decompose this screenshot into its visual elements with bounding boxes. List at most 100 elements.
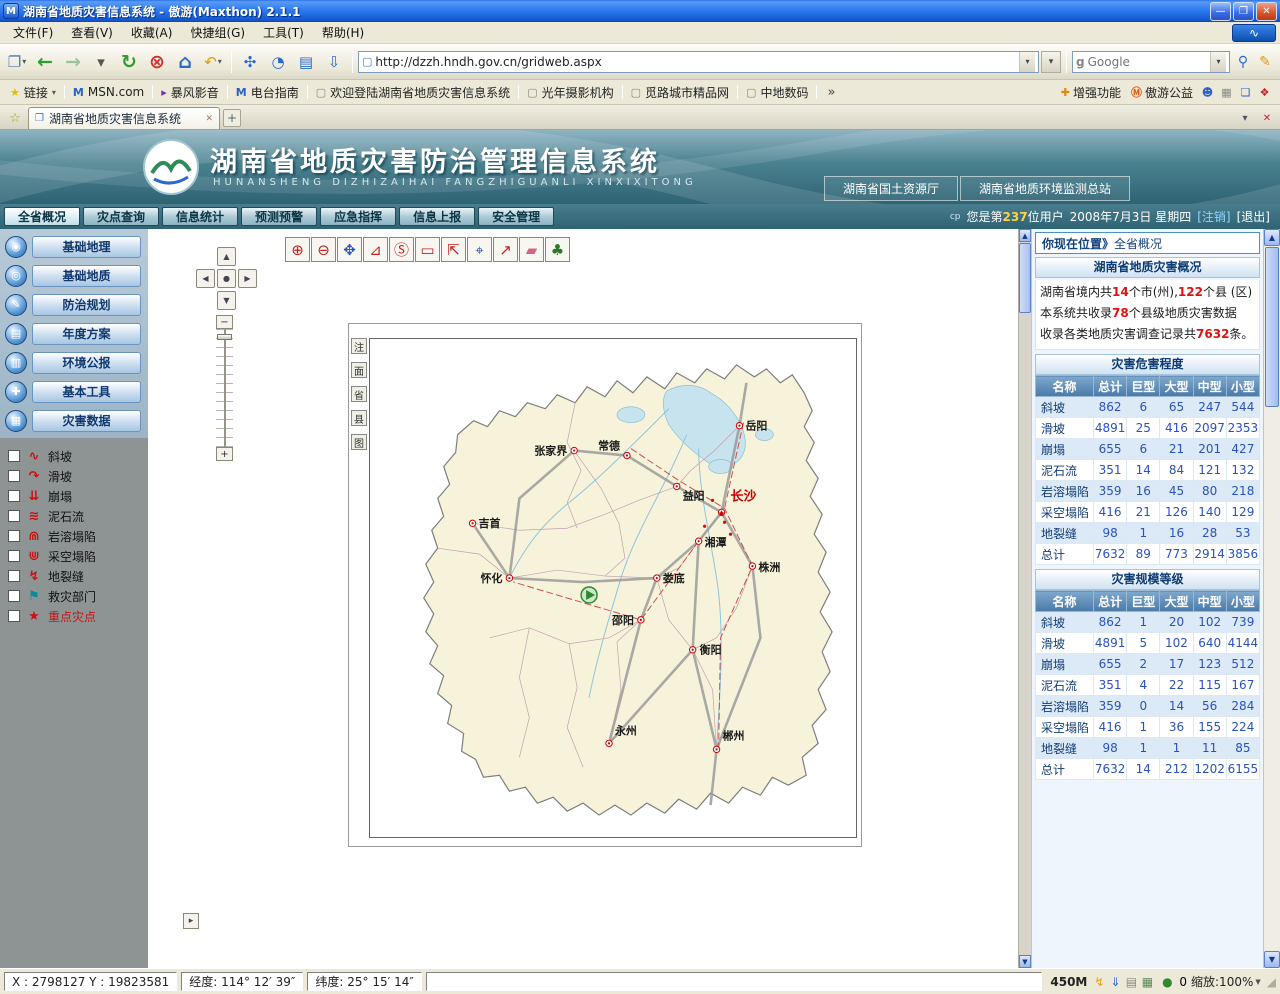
banner-link[interactable]: 湖南省地质环境监测总站 [960,176,1130,201]
pan-tool[interactable]: ✥ [337,237,362,262]
scroll-down-icon[interactable]: ▼ [1019,955,1031,968]
gift-icon[interactable]: ❖ [1256,84,1273,101]
layer-tree-tool[interactable]: ♣ [545,237,570,262]
links-overflow-icon[interactable]: » [827,85,835,100]
search-engine-dropdown-icon[interactable]: ▾ [1210,52,1226,72]
link-item[interactable]: ▢觅路城市精品网 [627,82,733,103]
download-status-icon[interactable]: ⇓ [1107,975,1123,989]
link-item[interactable]: ▸暴风影音 [157,82,223,103]
scroll-up-icon[interactable]: ▲ [1019,229,1031,242]
legend-checkbox[interactable] [8,590,20,602]
ad-filter-button-icon[interactable]: ✣ [237,49,263,75]
extension-link[interactable]: ✚增强功能 [1061,84,1121,101]
nav-tab-4[interactable]: 预测预警 [241,207,317,226]
map-layer-button[interactable]: 图 [351,434,367,450]
pan-right-button[interactable]: ▶ [238,269,257,288]
scroll-down-icon[interactable]: ▼ [1264,951,1280,968]
link-item[interactable]: ▢欢迎登陆湖南省地质灾害信息系统 [312,82,514,103]
scroll-thumb[interactable] [1019,243,1031,313]
select-rect-tool[interactable]: ▭ [415,237,440,262]
menu-item[interactable]: 收藏(A) [122,21,182,44]
highlight-button-icon[interactable]: ✎ [1254,50,1276,74]
close-button[interactable]: ✕ [1256,2,1277,21]
pan-left-button[interactable]: ◀ [196,269,215,288]
nav-tab-5[interactable]: 应急指挥 [320,207,396,226]
sidebar-button[interactable]: 防治规划 [32,294,141,316]
legend-checkbox[interactable] [8,510,20,522]
map-layer-button[interactable]: 省 [351,386,367,402]
zoom-control[interactable]: 缩放:100%▼ [1191,973,1261,990]
links-menu[interactable]: ★ 链接 ▾ [6,82,60,103]
breadcrumb-current[interactable]: 全省概况 [1114,235,1162,252]
download-button-icon[interactable]: ⇩ [321,49,347,75]
pan-center-button[interactable]: ● [217,269,236,288]
search-input[interactable] [1088,55,1207,69]
notes-button-icon[interactable]: ▤ [293,49,319,75]
tab-close-icon[interactable]: ✕ [205,114,213,124]
map-hscroll-button[interactable]: ▸ [183,913,199,929]
sidebar-button[interactable]: 环境公报 [32,352,141,374]
map-layer-button[interactable]: 注 [351,338,367,354]
legend-checkbox[interactable] [8,470,20,482]
new-tab-button-icon[interactable]: ❐▾ [4,49,30,75]
forward-button-icon[interactable]: → [60,49,86,75]
legend-checkbox[interactable] [8,610,20,622]
zoom-in-button[interactable]: + [216,447,233,461]
favorites-star-icon[interactable]: ☆ [4,108,26,128]
maxthon-logo-icon[interactable]: ∿ [1232,24,1276,42]
menu-item[interactable]: 工具(T) [254,21,313,44]
maximize-button[interactable]: ❐ [1233,2,1254,21]
connection-icon[interactable]: ↯ [1091,975,1107,989]
gps-marker[interactable] [581,587,597,603]
sidebar-button[interactable]: 基础地质 [32,265,141,287]
scroll-thumb[interactable] [1265,247,1279,407]
map-layer-button[interactable]: 面 [351,362,367,378]
zoom-out-button[interactable]: − [216,315,233,329]
sidebar-button[interactable]: 基础地理 [32,236,141,258]
legend-checkbox[interactable] [8,530,20,542]
chat-icon[interactable]: ❏ [1237,84,1254,101]
address-input[interactable] [375,55,1016,69]
full-extent-tool[interactable]: Ⓢ [389,237,414,262]
measure-tool[interactable]: ⊿ [363,237,388,262]
minimize-button[interactable]: — [1210,2,1231,21]
nav-tab-6[interactable]: 信息上报 [399,207,475,226]
link-item[interactable]: MMSN.com [69,83,148,101]
legend-checkbox[interactable] [8,570,20,582]
menu-item[interactable]: 查看(V) [62,21,122,44]
auto-refresh-button-icon[interactable]: ◔ [265,49,291,75]
notes-status-icon[interactable]: ▤ [1123,975,1139,989]
menu-item[interactable]: 帮助(H) [313,21,373,44]
logout-link[interactable]: [注销] [1197,208,1230,225]
legend-checkbox[interactable] [8,450,20,462]
nav-tab-7[interactable]: 安全管理 [478,207,554,226]
address-dropdown-icon[interactable]: ▾ [1019,52,1035,72]
grid-icon[interactable]: ▦ [1218,84,1235,101]
legend-checkbox[interactable] [8,490,20,502]
undo-button-icon[interactable]: ↶▾ [200,49,226,75]
pan-down-button[interactable]: ▼ [217,291,236,310]
nav-tab-1[interactable]: 全省概况 [4,207,80,226]
zoom-track[interactable] [216,329,233,447]
sidebar-button[interactable]: 基本工具 [32,381,141,403]
filter-shield-icon[interactable]: ● [1159,975,1175,989]
panel-scrollbar[interactable]: ▲ ▼ [1018,229,1031,968]
link-item[interactable]: ▢光年摄影机构 [523,82,617,103]
sidebar-button[interactable]: 灾害数据 [32,410,141,432]
nav-tab-2[interactable]: 灾点查询 [83,207,159,226]
home-button-icon[interactable]: ⌂ [172,49,198,75]
history-dropdown-icon[interactable]: ▾ [88,49,114,75]
zoom-thumb[interactable] [217,334,232,340]
province-map[interactable]: 张家界常德岳阳益阳长沙★吉首湘潭株洲娄底怀化邵阳衡阳永州郴州 [369,338,857,838]
back-button-icon[interactable]: ← [32,49,58,75]
eraser-tool[interactable]: ▰ [519,237,544,262]
scroll-up-icon[interactable]: ▲ [1264,229,1280,246]
extension-link[interactable]: Ⓜ傲游公益 [1131,84,1193,101]
zoom-out-tool[interactable]: ⊖ [311,237,336,262]
nav-tab-3[interactable]: 信息统计 [162,207,238,226]
tab-active[interactable]: ❐ 湖南省地质灾害信息系统 ✕ [28,107,220,129]
tab-list-icon[interactable]: ▾ [1236,109,1254,127]
menu-item[interactable]: 文件(F) [4,21,62,44]
pan-up-button[interactable]: ▲ [217,247,236,266]
sidebar-button[interactable]: 年度方案 [32,323,141,345]
